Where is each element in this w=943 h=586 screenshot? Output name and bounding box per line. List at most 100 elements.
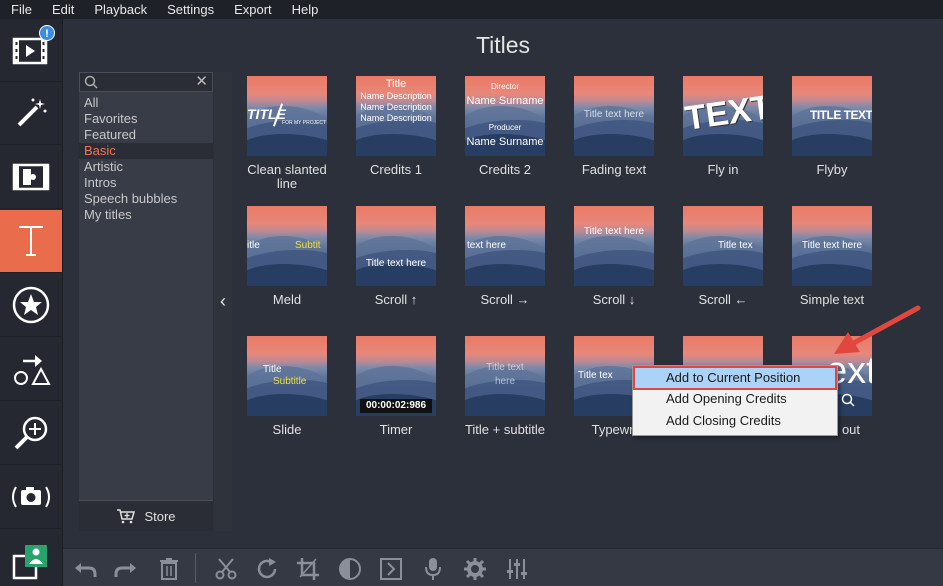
crop-button[interactable]	[290, 553, 326, 585]
category-intros[interactable]: Intros	[79, 175, 213, 191]
add-closing-credits-item[interactable]: Add Closing Credits	[633, 410, 837, 432]
title-label: Scroll ↓	[592, 292, 636, 307]
context-menu: Add to Current Position Add Opening Cred…	[632, 365, 838, 436]
import-tool-button[interactable]: !	[0, 19, 62, 82]
shapes-tool-button[interactable]	[0, 338, 62, 401]
title-tile[interactable]: Title Name Description Name Description …	[346, 76, 446, 177]
crop-icon	[297, 558, 319, 580]
undo-button[interactable]	[67, 553, 103, 585]
rotate-button[interactable]	[249, 553, 285, 585]
title-tile[interactable]: 00:00:02:986 Timer	[346, 336, 446, 437]
annotation-arrow-icon	[834, 305, 921, 354]
title-thumbnail: TITLE TEXT H	[792, 76, 872, 156]
redo-button[interactable]	[108, 553, 144, 585]
category-list: All Favorites Featured Basic Artistic In…	[79, 95, 213, 223]
clip-settings-button[interactable]	[457, 553, 493, 585]
title-label: Fly in	[707, 162, 739, 177]
title-label: Slide	[272, 422, 302, 437]
search-icon	[84, 75, 98, 89]
title-thumbnail: Title tex	[683, 206, 763, 286]
collapse-panel-button[interactable]: ‹	[214, 72, 232, 531]
title-tile[interactable]: Title Subtitle Slide	[237, 336, 337, 437]
title-thumbnail: itle Subtit	[247, 206, 327, 286]
title-thumbnail: 00:00:02:986	[356, 336, 436, 416]
title-tile[interactable]: Director Name Surname Producer Name Surn…	[455, 76, 555, 177]
title-label: Clean slanted line	[247, 162, 327, 191]
clear-search-icon[interactable]: ✕	[195, 73, 208, 91]
text-t-icon	[19, 226, 43, 256]
title-label: Scroll ←	[698, 292, 748, 307]
color-adjust-button[interactable]	[332, 553, 368, 585]
title-label: Credits 2	[478, 162, 532, 177]
category-panel: ✕ All Favorites Featured Basic Artistic …	[79, 72, 213, 531]
page-title: Titles	[475, 32, 531, 58]
category-speech-bubbles[interactable]: Speech bubbles	[79, 191, 213, 207]
redo-icon	[114, 563, 136, 577]
category-all[interactable]: All	[79, 95, 213, 111]
cut-button[interactable]	[208, 553, 244, 585]
voiceover-button[interactable]	[415, 553, 451, 585]
title-tile[interactable]: Title text here Simple text	[782, 206, 882, 307]
add-to-current-position-item[interactable]: Add to Current Position	[633, 366, 837, 390]
title-thumbnail: TEXT	[683, 76, 763, 156]
menu-edit[interactable]: Edit	[42, 0, 84, 19]
title-tile[interactable]: Title text here Scroll ↑	[346, 206, 446, 307]
category-basic[interactable]: Basic	[79, 143, 213, 159]
cart-icon	[117, 509, 136, 524]
menu-bar: File Edit Playback Settings Export Help	[0, 0, 943, 19]
store-button[interactable]: Store	[79, 500, 213, 531]
menu-help[interactable]: Help	[282, 0, 329, 19]
notification-badge: !	[39, 25, 55, 41]
camera-broadcast-icon	[12, 486, 50, 508]
category-favorites[interactable]: Favorites	[79, 111, 213, 127]
title-label: Flyby	[816, 162, 848, 177]
transitions-tool-button[interactable]	[0, 146, 62, 209]
title-tile[interactable]: TEXT Fly in	[673, 76, 773, 177]
menu-settings[interactable]: Settings	[157, 0, 224, 19]
titles-tool-button[interactable]	[0, 210, 62, 273]
shapes-icon	[14, 355, 51, 385]
zoom-tool-button[interactable]	[0, 402, 62, 465]
title-thumbnail: Title Subtitle	[247, 336, 327, 416]
bottom-toolbar	[63, 548, 943, 586]
title-label: Meld	[272, 292, 302, 307]
transition-button[interactable]	[373, 553, 409, 585]
trash-icon	[160, 558, 178, 580]
title-tile[interactable]: TITLE TEXT H Flyby	[782, 76, 882, 177]
delete-button[interactable]	[151, 553, 187, 585]
pip-tool-button[interactable]	[0, 530, 62, 586]
title-label: Scroll →	[480, 292, 530, 307]
title-label: Scroll ↑	[374, 292, 418, 307]
title-tile[interactable]: itle Subtit Meld	[237, 206, 337, 307]
audio-properties-button[interactable]	[499, 553, 535, 585]
title-tile[interactable]: Title text here Scroll ↓	[564, 206, 664, 307]
magic-wand-icon	[17, 98, 47, 127]
title-thumbnail: Title text here	[792, 206, 872, 286]
title-label: Timer	[379, 422, 413, 437]
stickers-tool-button[interactable]	[0, 274, 62, 337]
title-tile[interactable]: Title text here Title + subtitle	[455, 336, 555, 437]
add-opening-credits-item[interactable]: Add Opening Credits	[633, 388, 837, 410]
equalizer-icon	[507, 559, 527, 579]
title-tile[interactable]: TITLE FOR MY PROJECT Clean slanted line	[237, 76, 337, 191]
search-input[interactable]	[100, 74, 190, 90]
category-featured[interactable]: Featured	[79, 127, 213, 143]
title-tile[interactable]: Title tex Scroll ←	[673, 206, 773, 307]
title-thumbnail: TITLE FOR MY PROJECT	[247, 76, 327, 156]
category-my-titles[interactable]: My titles	[79, 207, 213, 223]
magic-wand-tool-button[interactable]	[0, 82, 62, 145]
store-label: Store	[144, 508, 176, 524]
picture-in-picture-icon	[12, 544, 47, 579]
menu-export[interactable]: Export	[224, 0, 282, 19]
rotate-icon	[257, 558, 277, 579]
zoom-in-icon	[14, 416, 48, 450]
category-artistic[interactable]: Artistic	[79, 159, 213, 175]
title-thumbnail: Title text here	[574, 206, 654, 286]
menu-file[interactable]: File	[0, 0, 42, 19]
gear-icon	[464, 558, 486, 580]
title-tile[interactable]: Title text here Fading text	[564, 76, 664, 177]
menu-playback[interactable]: Playback	[84, 0, 157, 19]
record-tool-button[interactable]	[0, 466, 62, 529]
transition-icon	[380, 558, 402, 580]
title-tile[interactable]: text here Scroll →	[455, 206, 555, 307]
